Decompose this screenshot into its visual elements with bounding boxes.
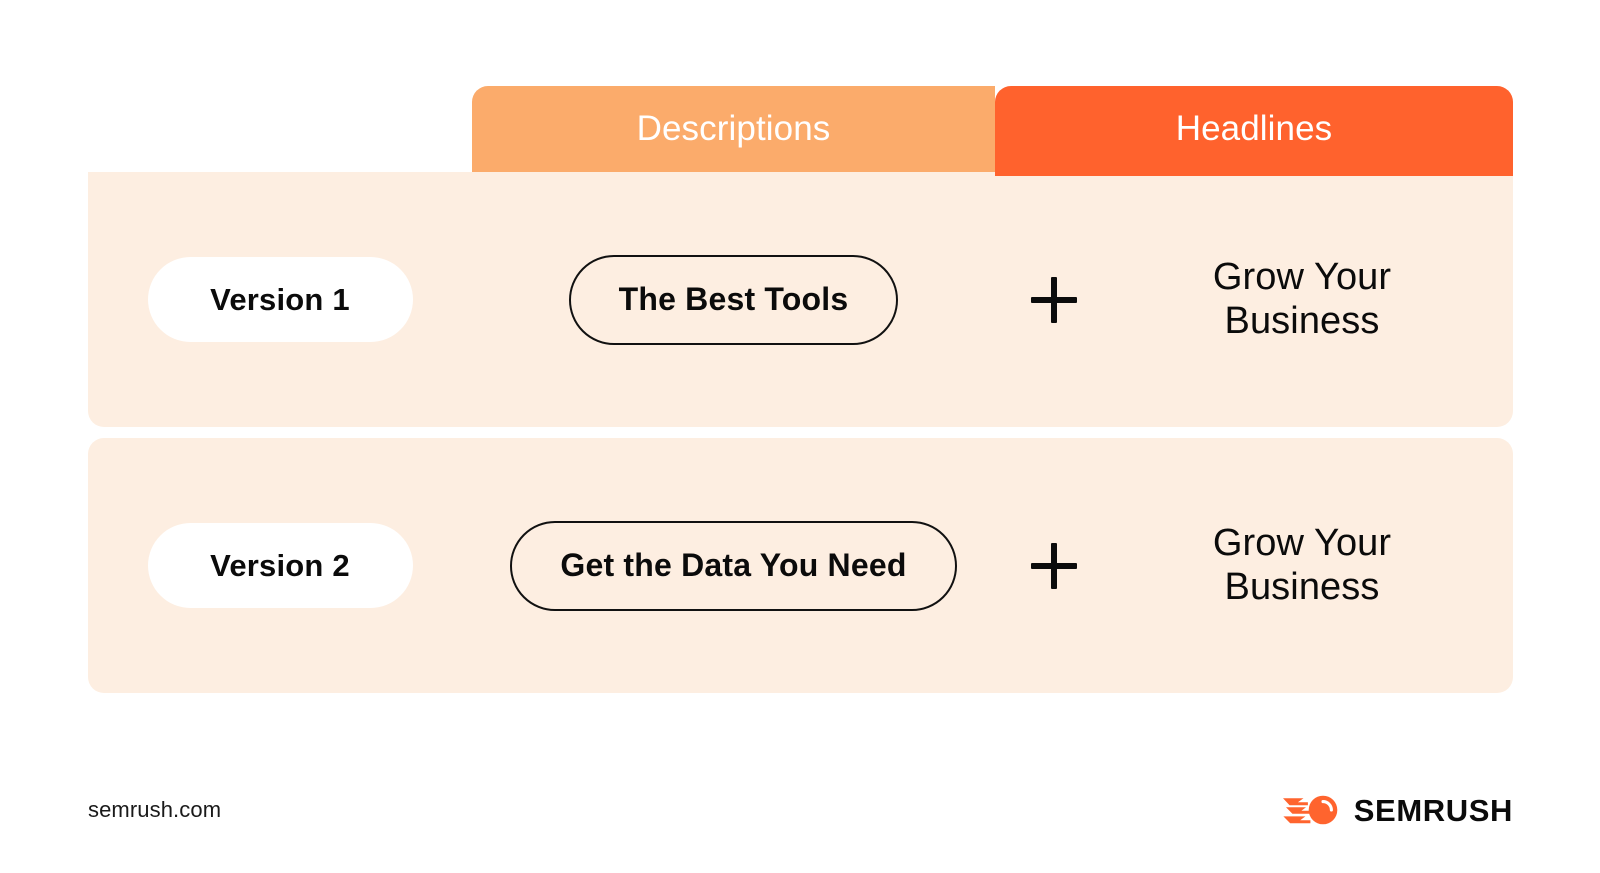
- tab-headlines[interactable]: Headlines: [995, 86, 1513, 176]
- combiner-cell-2: [995, 542, 1113, 589]
- description-pill-1[interactable]: The Best Tools: [568, 254, 899, 345]
- source-url: semrush.com: [88, 797, 222, 822]
- headline-text-2: Grow Your Business: [1212, 521, 1392, 608]
- semrush-wordmark: SEMRUSH: [1353, 792, 1513, 828]
- semrush-logo: SEMRUSH: [1282, 791, 1513, 829]
- description-pill-2[interactable]: Get the Data You Need: [510, 520, 957, 611]
- tab-descriptions-label: Descriptions: [636, 108, 831, 148]
- headline-text-1: Grow Your Business: [1212, 255, 1392, 342]
- version-cell-2: Version 2: [88, 523, 472, 608]
- tab-descriptions[interactable]: Descriptions: [472, 86, 995, 176]
- combiner-cell-1: [995, 276, 1113, 323]
- version-row-2: Version 2 Get the Data You Need Grow You…: [88, 438, 1513, 693]
- description-pill-1-label: The Best Tools: [618, 281, 849, 317]
- version-row-2-content: Version 2 Get the Data You Need Grow You…: [88, 438, 1513, 693]
- infographic-canvas: Descriptions Headlines Version 1 The Bes…: [0, 0, 1600, 873]
- description-cell-2: Get the Data You Need: [472, 520, 995, 611]
- tab-headlines-label: Headlines: [1175, 108, 1333, 148]
- plus-icon: [1031, 542, 1077, 589]
- description-pill-2-label: Get the Data You Need: [560, 547, 907, 583]
- version-row-1: Version 1 The Best Tools Grow Your Busin…: [88, 172, 1513, 427]
- version-badge-2-label: Version 2: [210, 547, 350, 583]
- semrush-comet-icon: [1282, 795, 1338, 825]
- headline-cell-2: Grow Your Business: [1113, 522, 1513, 609]
- version-badge-2[interactable]: Version 2: [147, 523, 413, 608]
- version-badge-1-label: Version 1: [210, 281, 350, 317]
- description-cell-1: The Best Tools: [472, 254, 995, 345]
- version-badge-1[interactable]: Version 1: [147, 257, 413, 342]
- plus-icon: [1031, 276, 1077, 323]
- column-header-tabs: Descriptions Headlines: [472, 86, 1513, 176]
- version-cell-1: Version 1: [88, 257, 472, 342]
- headline-cell-1: Grow Your Business: [1113, 256, 1513, 343]
- version-row-1-content: Version 1 The Best Tools Grow Your Busin…: [88, 172, 1513, 427]
